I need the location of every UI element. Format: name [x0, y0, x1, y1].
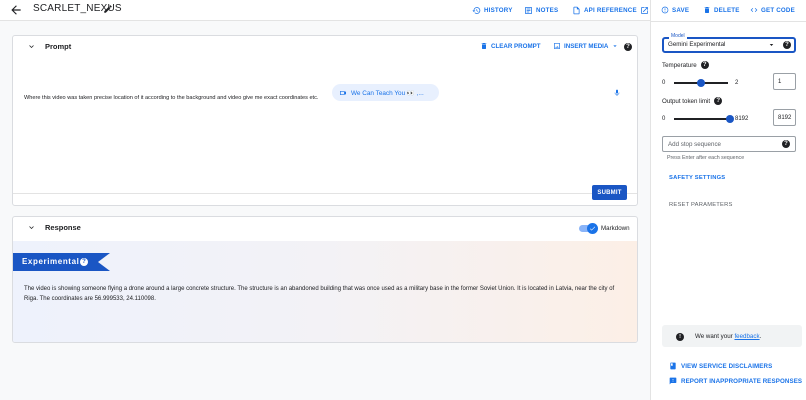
notes-button[interactable]: NOTES [524, 4, 558, 16]
safety-settings-link[interactable]: SAFETY SETTINGS [669, 175, 725, 181]
temperature-max: 2 [735, 80, 739, 86]
pencil-icon[interactable] [103, 4, 113, 14]
token-input[interactable]: 8192 [773, 109, 796, 126]
delete-label: DELETE [714, 6, 740, 14]
token-help-icon[interactable]: ? [714, 97, 723, 105]
token-slider-track [674, 118, 730, 120]
stop-sequence-help-icon[interactable]: ? [782, 140, 790, 148]
code-icon [750, 8, 758, 12]
prompt-title-label: Prompt [45, 42, 72, 51]
prompt-help-icon[interactable]: ? [624, 43, 632, 51]
history-icon [472, 6, 481, 14]
response-body: Experimental ? The video is showing some… [13, 241, 637, 342]
notes-label: NOTES [536, 6, 559, 14]
external-link-icon [640, 6, 648, 14]
get-code-label: GET CODE [761, 6, 795, 14]
settings-sidebar: SAVE DELETE GET CODE Model Gemini Experi… [650, 0, 806, 400]
feedback-text: We want your feedback. [695, 333, 761, 340]
feedback-suffix: . [759, 333, 762, 340]
trash-icon [481, 43, 487, 49]
response-card: Response Markdown Experimental ? The vid… [12, 216, 638, 343]
clear-prompt-button[interactable]: CLEAR PROMPT [480, 42, 541, 50]
temperature-slider-thumb[interactable] [697, 79, 705, 87]
history-button[interactable]: HISTORY [472, 4, 513, 16]
temperature-slider[interactable] [674, 79, 728, 87]
top-bar: SCARLET_NEXUS HISTORY NOTES API REFERENC… [0, 0, 650, 21]
video-attachment-chip[interactable]: We Can Teach You 👀 ,... [332, 84, 439, 101]
temperature-label-row: Temperature ? [662, 61, 709, 69]
feedback-link[interactable]: feedback [734, 333, 759, 340]
check-icon [589, 226, 596, 231]
feedback-prefix: We want your [695, 333, 733, 340]
video-chip-label: We Can Teach You 👀 ,... [351, 89, 424, 97]
toggle-knob [587, 223, 598, 234]
notes-icon [525, 6, 532, 14]
microphone-icon[interactable] [613, 88, 621, 98]
video-icon [340, 90, 346, 95]
temperature-input[interactable]: 1 [773, 73, 796, 90]
sidebar-divider [651, 21, 806, 22]
experimental-help-icon[interactable]: ? [80, 258, 88, 266]
prompt-input-area[interactable]: Where this video was taken precise locat… [13, 74, 637, 194]
token-label: Output token limit [662, 97, 711, 105]
submit-button[interactable]: SUBMIT [592, 185, 627, 200]
token-slider-thumb[interactable] [726, 115, 734, 123]
markdown-toggle[interactable] [579, 223, 598, 234]
model-help-icon[interactable]: ? [783, 41, 791, 49]
token-min: 0 [662, 116, 666, 122]
prompt-header: Prompt CLEAR PROMPT INSERT MEDIA ? [13, 36, 637, 58]
api-reference-button[interactable]: API REFERENCE [572, 4, 649, 16]
save-button[interactable]: SAVE [661, 4, 689, 16]
temperature-help-icon[interactable]: ? [700, 61, 709, 69]
api-reference-label: API REFERENCE [584, 6, 637, 14]
model-floating-label: Model [669, 33, 687, 39]
insert-media-button[interactable]: INSERT MEDIA [553, 42, 619, 50]
model-select[interactable]: Model Gemini Experimental ? [662, 33, 796, 53]
trash-icon [704, 7, 710, 13]
model-value: Gemini Experimental [668, 41, 726, 48]
report-responses-label: REPORT INAPPROPRIATE RESPONSES [681, 377, 803, 385]
chevron-down-icon[interactable] [27, 42, 36, 51]
stop-sequence-input[interactable]: Add stop sequence ? [662, 136, 796, 152]
feedback-banner: ! We want your feedback. [662, 325, 802, 347]
insert-media-label: INSERT MEDIA [564, 42, 609, 50]
save-icon [661, 6, 669, 14]
prompt-text[interactable]: Where this video was taken precise locat… [24, 95, 318, 101]
token-label-row: Output token limit ? [662, 97, 723, 105]
prompt-card: Prompt CLEAR PROMPT INSERT MEDIA ? Where… [12, 35, 638, 206]
clear-prompt-label: CLEAR PROMPT [491, 42, 541, 50]
caret-down-icon [769, 44, 774, 46]
token-max: 8192 [735, 116, 749, 122]
get-code-button[interactable]: GET CODE [750, 4, 795, 16]
caret-down-icon [613, 45, 618, 47]
stop-sequence-placeholder: Add stop sequence [668, 141, 721, 148]
info-icon: ! [676, 333, 684, 341]
response-title-label: Response [45, 223, 81, 232]
stop-sequence-hint: Press Enter after each sequence [667, 155, 745, 161]
response-header: Response Markdown [13, 217, 637, 239]
experimental-label: Experimental [22, 257, 80, 266]
history-label: HISTORY [484, 6, 513, 14]
report-responses-link[interactable]: REPORT INAPPROPRIATE RESPONSES [669, 377, 802, 385]
token-slider[interactable] [674, 115, 734, 123]
view-disclaimers-label: VIEW SERVICE DISCLAIMERS [681, 362, 773, 370]
temperature-min: 0 [662, 80, 666, 86]
markdown-label: Markdown [601, 225, 630, 232]
document-icon [573, 6, 580, 14]
chevron-down-icon[interactable] [27, 223, 36, 232]
response-text: The video is showing someone flying a dr… [24, 286, 615, 302]
main-area: Prompt CLEAR PROMPT INSERT MEDIA ? Where… [0, 21, 650, 400]
image-icon [554, 43, 560, 49]
temperature-label: Temperature [662, 61, 697, 69]
report-icon [669, 377, 677, 385]
view-disclaimers-link[interactable]: VIEW SERVICE DISCLAIMERS [669, 362, 772, 370]
book-icon [670, 362, 676, 370]
experimental-banner: Experimental ? [13, 253, 110, 271]
delete-button[interactable]: DELETE [703, 4, 740, 16]
save-label: SAVE [672, 6, 690, 14]
back-arrow-icon[interactable] [9, 3, 23, 17]
reset-parameters-button[interactable]: RESET PARAMETERS [669, 202, 733, 208]
